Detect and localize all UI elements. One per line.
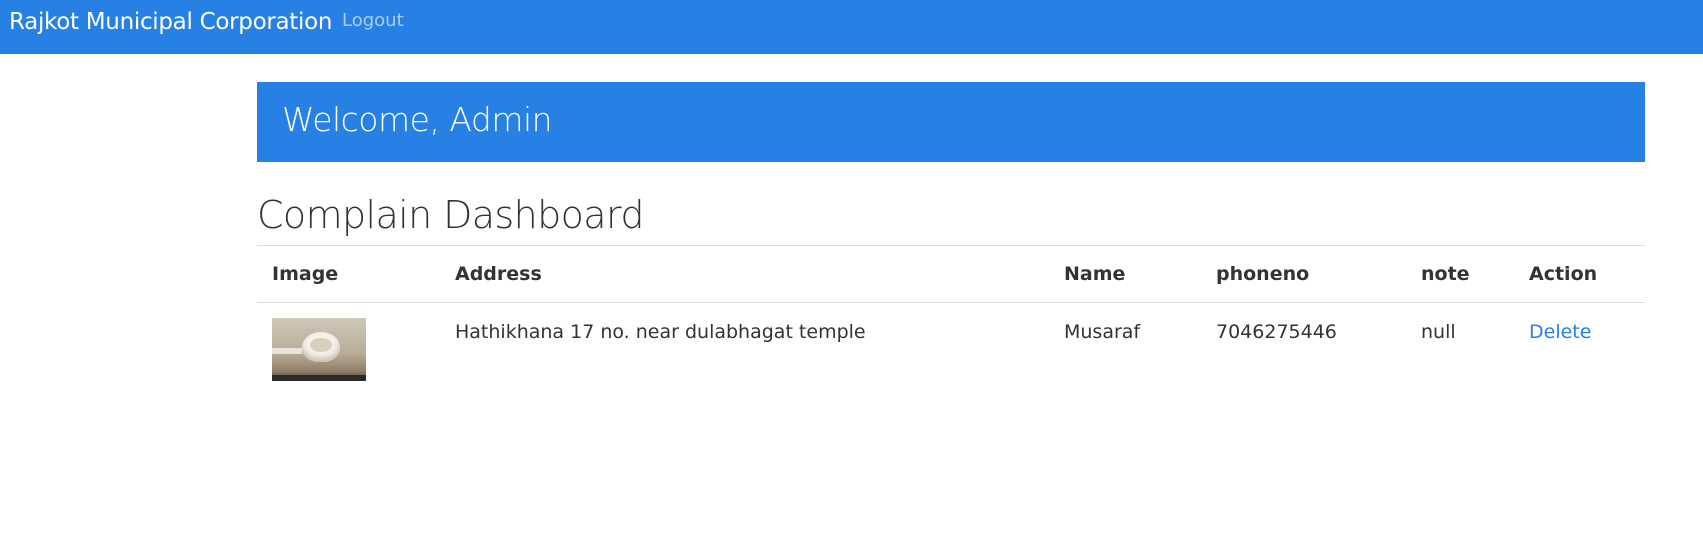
cell-phoneno: 7046275446 — [1216, 321, 1337, 343]
cell-address: Hathikhana 17 no. near dulabhagat temple — [455, 321, 866, 343]
cell-name: Musaraf — [1064, 321, 1141, 343]
welcome-banner: Welcome, Admin — [257, 82, 1645, 162]
table-header-row: Image Address Name phoneno note Action — [257, 246, 1645, 303]
page-title: Complain Dashboard — [257, 193, 644, 237]
header-name: Name — [1049, 246, 1201, 303]
header-note: note — [1406, 246, 1514, 303]
cell-note: null — [1421, 321, 1456, 343]
complaints-table: Image Address Name phoneno note Action H… — [257, 246, 1645, 393]
brand-title[interactable]: Rajkot Municipal Corporation — [9, 8, 332, 36]
header-address: Address — [440, 246, 1049, 303]
cell-action: Delete — [1514, 303, 1645, 394]
top-navbar: Rajkot Municipal Corporation Logout — [0, 0, 1703, 54]
welcome-heading: Welcome, Admin — [282, 100, 553, 139]
header-action: Action — [1514, 246, 1645, 303]
header-phoneno: phoneno — [1201, 246, 1406, 303]
header-image: Image — [257, 246, 440, 303]
cell-image — [257, 303, 440, 394]
delete-link[interactable]: Delete — [1529, 321, 1591, 343]
logout-link[interactable]: Logout — [342, 10, 404, 32]
table-row: Hathikhana 17 no. near dulabhagat temple… — [257, 303, 1645, 394]
complaint-image[interactable] — [272, 318, 366, 381]
